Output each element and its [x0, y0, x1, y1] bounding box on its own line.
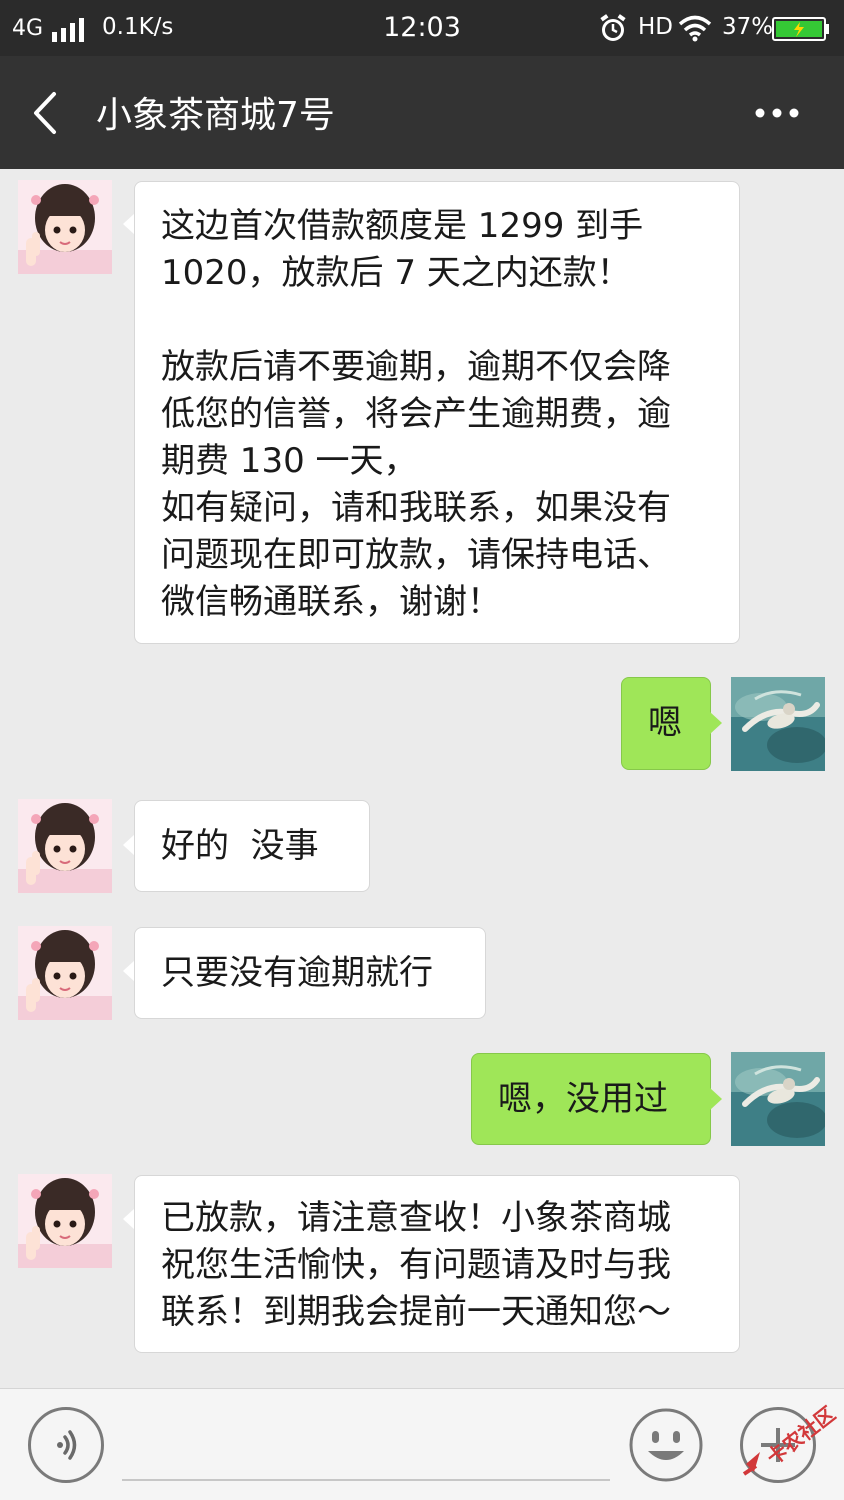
alarm-icon — [600, 14, 626, 41]
message-bubble[interactable]: 嗯 — [621, 677, 711, 770]
message-line: 放款后请不要逾期，逾期不仅会降 — [161, 347, 671, 387]
message-line: 嗯，没用过 — [498, 1079, 668, 1119]
voice-icon — [57, 1430, 77, 1460]
message-bubble[interactable]: 嗯，没用过 — [471, 1053, 711, 1145]
message-line: 问题现在即可放款，请保持电话、 — [161, 535, 671, 575]
voice-button[interactable] — [28, 1407, 104, 1483]
message-bubble[interactable]: 这边首次借款额度是 1299 到手 1020，放款后 7 天之内还款！ 放款后请… — [134, 181, 740, 644]
wifi-icon — [678, 15, 712, 42]
bubble-tail — [710, 712, 722, 734]
more-dots-icon[interactable] — [754, 106, 800, 120]
message-line: 期费 130 一天， — [161, 441, 418, 481]
back-chevron-icon[interactable] — [28, 90, 62, 136]
status-bar: 4G 0.1K/s 12:03 HD 37% — [0, 0, 844, 56]
message-line: 1020，放款后 7 天之内还款！ — [161, 253, 631, 293]
message-input[interactable] — [122, 1479, 610, 1481]
contact-avatar[interactable] — [18, 1174, 112, 1268]
contact-avatar[interactable] — [18, 799, 112, 893]
bubble-tail — [710, 1088, 722, 1110]
message-line: 这边首次借款额度是 1299 到手 — [161, 206, 644, 246]
contact-avatar[interactable] — [18, 180, 112, 274]
message-line: 嗯 — [648, 703, 682, 743]
emoji-icon[interactable] — [628, 1407, 704, 1483]
message-line: 祝您生活愉快，有问题请及时与我 — [161, 1245, 671, 1285]
battery-icon — [772, 17, 829, 41]
message-line: 如有疑问，请和我联系，如果没有 — [161, 488, 671, 528]
message-line: 好的 没事 — [161, 826, 319, 866]
contact-avatar[interactable] — [18, 926, 112, 1020]
chat-header: 小象茶商城7号 — [0, 56, 844, 169]
message-line: 已放款，请注意查收！小象茶商城 — [161, 1198, 671, 1238]
battery-percent: 37% — [722, 14, 774, 40]
message-line: 微信畅通联系，谢谢！ — [161, 582, 501, 622]
input-bar — [0, 1388, 844, 1500]
message-bubble[interactable]: 已放款，请注意查收！小象茶商城 祝您生活愉快，有问题请及时与我 联系！到期我会提… — [134, 1175, 740, 1353]
message-line: 低您的信誉，将会产生逾期费，逾 — [161, 394, 671, 434]
message-bubble[interactable]: 好的 没事 — [134, 800, 370, 892]
hd-indicator: HD — [638, 14, 674, 40]
message-line: 联系！到期我会提前一天通知您～ — [161, 1292, 671, 1332]
user-avatar[interactable] — [731, 1052, 825, 1146]
user-avatar[interactable] — [731, 677, 825, 771]
chat-title: 小象茶商城7号 — [96, 95, 335, 136]
clock: 12:03 — [383, 12, 461, 43]
message-bubble[interactable]: 只要没有逾期就行 — [134, 927, 486, 1019]
message-line: 只要没有逾期就行 — [161, 953, 433, 993]
